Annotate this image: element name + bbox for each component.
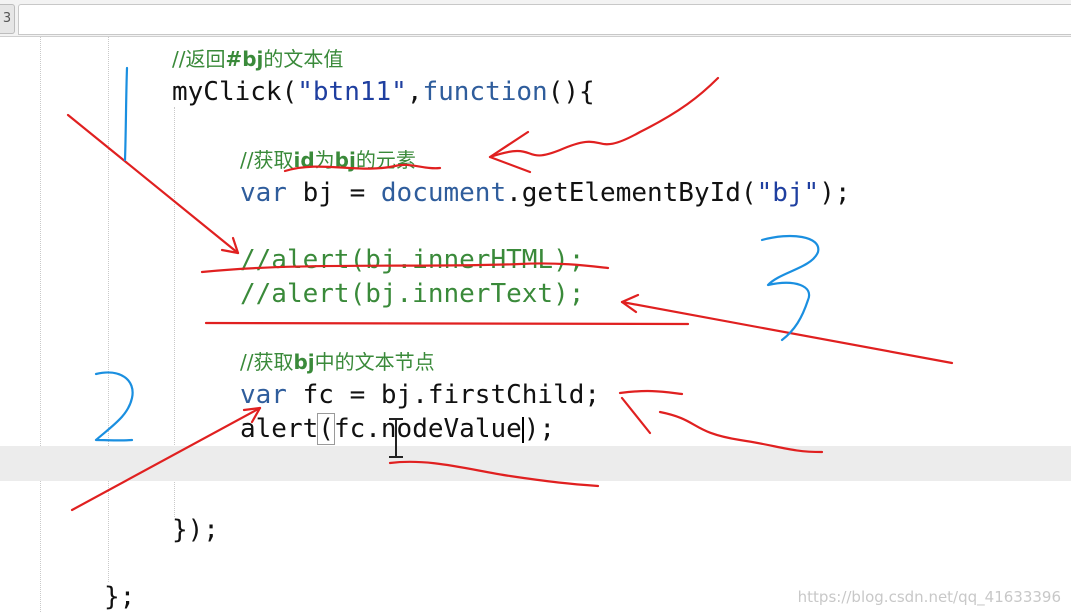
blue-mark-number-3 [760,234,820,342]
red-squiggle-firstchild [618,389,684,396]
red-arrow-to-var-fc [70,406,262,512]
red-squiggle-top [488,76,720,159]
annotation-layer [66,66,954,512]
red-arrow-to-innertext [620,293,954,365]
blue-mark-number-1 [123,66,129,162]
red-underline-id [283,163,442,173]
blue-mark-number-2 [94,371,134,442]
red-arrow-to-innerhtml [66,113,240,255]
red-squiggle-nodevalue-right [658,410,824,454]
red-underline-nodevalue [388,460,600,488]
watermark: https://blog.csdn.net/qq_41633396 [797,588,1061,606]
red-strikethrough-innerhtml [200,262,610,274]
red-separator-line [204,321,690,326]
red-tick-firstchild [620,396,652,435]
ibeam-cursor [389,418,403,458]
